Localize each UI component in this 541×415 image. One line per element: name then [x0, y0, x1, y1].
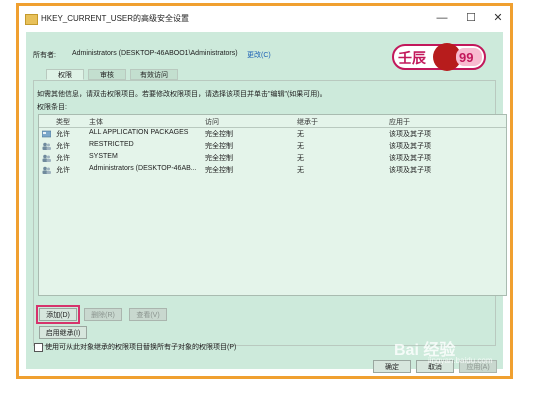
- row-type: 允许: [56, 167, 70, 174]
- column-principal[interactable]: 主体: [89, 117, 103, 127]
- info-text: 如需其他信息，请双击权限项目。若要修改权限项目，请选择该项目并单击"编辑"(如果…: [37, 91, 327, 98]
- row-principal: RESTRICTED: [89, 141, 134, 148]
- column-type[interactable]: 类型: [56, 117, 70, 127]
- enable-inheritance-button[interactable]: 启用继承(I): [39, 326, 87, 339]
- permission-entries-list[interactable]: 类型 主体 访问 继承于 应用于 允许 ALL APPLICATION PACK…: [38, 114, 507, 296]
- minimize-icon: —: [436, 12, 448, 24]
- maximize-button[interactable]: ☐: [457, 9, 485, 27]
- screenshot-frame: HKEY_CURRENT_USER的高级安全设置 — ☐ ✕ 所有者: Admi…: [16, 3, 513, 379]
- watermark-sub: jingyan.baidu.com: [428, 356, 493, 365]
- row-access: 完全控制: [205, 155, 233, 162]
- row-applies-to: 该项及其子项: [389, 143, 431, 150]
- logo-number: 99: [459, 50, 473, 65]
- package-icon: [42, 130, 51, 138]
- list-header: 类型 主体 访问 继承于 应用于: [39, 115, 506, 128]
- row-inherited-from: 无: [297, 167, 304, 174]
- row-type: 允许: [56, 155, 70, 162]
- tab-auditing[interactable]: 审核: [88, 69, 126, 80]
- row-type: 允许: [56, 131, 70, 138]
- change-owner-link[interactable]: 更改(C): [247, 50, 271, 60]
- row-principal: Administrators (DESKTOP-46AB...: [89, 165, 197, 172]
- window-title: HKEY_CURRENT_USER的高级安全设置: [41, 14, 190, 23]
- column-access[interactable]: 访问: [205, 117, 219, 127]
- column-applies-to[interactable]: 应用于: [389, 117, 410, 127]
- close-icon: ✕: [493, 12, 503, 24]
- row-applies-to: 该项及其子项: [389, 131, 431, 138]
- logo-text: 壬辰: [398, 50, 427, 66]
- row-applies-to: 该项及其子项: [389, 155, 431, 162]
- entries-label: 权限条目:: [37, 104, 67, 111]
- row-inherited-from: 无: [297, 131, 304, 138]
- view-button[interactable]: 查看(V): [129, 308, 167, 321]
- folder-icon: [25, 14, 38, 25]
- row-access: 完全控制: [205, 143, 233, 150]
- dialog-client: 所有者: Administrators (DESKTOP-46ABOO1\Adm…: [26, 32, 507, 373]
- maximize-icon: ☐: [466, 12, 476, 24]
- row-principal: ALL APPLICATION PACKAGES: [89, 129, 189, 136]
- logo: 壬辰 99: [392, 43, 486, 71]
- table-row[interactable]: 允许 Administrators (DESKTOP-46AB... 完全控制 …: [39, 164, 506, 176]
- row-applies-to: 该项及其子项: [389, 167, 431, 174]
- row-access: 完全控制: [205, 167, 233, 174]
- tab-permissions[interactable]: 权限: [46, 69, 84, 80]
- tab-effective-access[interactable]: 有效访问: [130, 69, 178, 80]
- row-inherited-from: 无: [297, 143, 304, 150]
- row-principal: SYSTEM: [89, 153, 118, 160]
- users-icon: [42, 142, 51, 150]
- owner-label: 所有者:: [33, 52, 56, 59]
- table-row[interactable]: 允许 ALL APPLICATION PACKAGES 完全控制 无 该项及其子…: [39, 128, 506, 140]
- minimize-button[interactable]: —: [428, 9, 456, 27]
- replace-child-permissions-checkbox[interactable]: [34, 343, 43, 352]
- table-row[interactable]: 允许 SYSTEM 完全控制 无 该项及其子项: [39, 152, 506, 164]
- column-inherited-from[interactable]: 继承于: [297, 117, 318, 127]
- permissions-panel: 如需其他信息，请双击权限项目。若要修改权限项目，请选择该项目并单击"编辑"(如果…: [33, 80, 507, 346]
- row-inherited-from: 无: [297, 155, 304, 162]
- table-row[interactable]: 允许 RESTRICTED 完全控制 无 该项及其子项: [39, 140, 506, 152]
- users-icon: [42, 154, 51, 162]
- ok-button[interactable]: 确定: [373, 360, 411, 373]
- row-access: 完全控制: [205, 131, 233, 138]
- add-button[interactable]: 添加(D): [36, 305, 80, 324]
- remove-button[interactable]: 删除(R): [84, 308, 122, 321]
- row-type: 允许: [56, 143, 70, 150]
- title-bar: HKEY_CURRENT_USER的高级安全设置 — ☐ ✕: [19, 6, 510, 32]
- replace-child-permissions-label: 使用可从此对象继承的权限项目替换所有子对象的权限项目(P): [45, 344, 237, 351]
- owner-value: Administrators (DESKTOP-46ABOO1\Administ…: [72, 50, 238, 57]
- users-icon: [42, 166, 51, 174]
- close-button[interactable]: ✕: [484, 9, 512, 27]
